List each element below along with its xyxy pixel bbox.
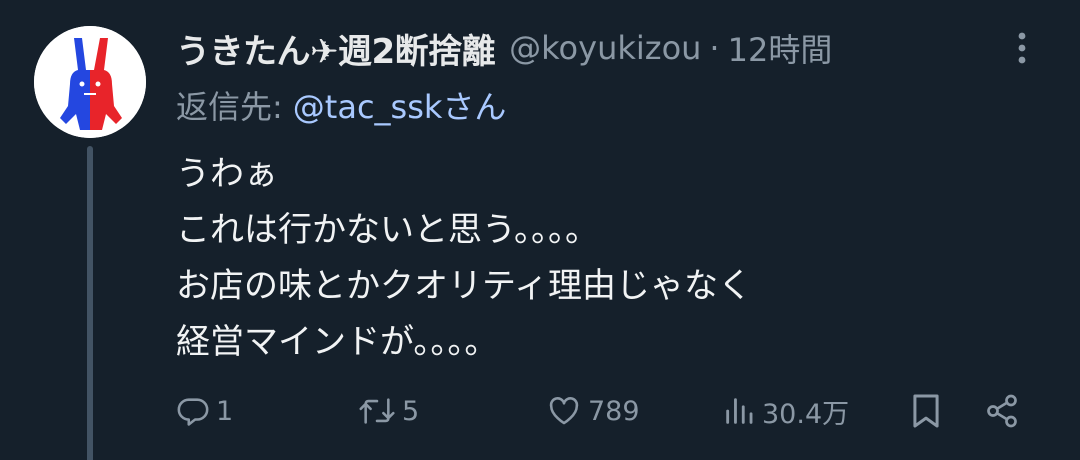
reply-icon <box>177 398 209 426</box>
reply-prefix: 返信先: <box>176 88 283 126</box>
tweet-text-line: うわぁ <box>176 154 278 194</box>
retweet-count: 5 <box>402 395 420 427</box>
retweet-button[interactable]: 5 <box>358 386 419 436</box>
like-button[interactable]: 789 <box>546 386 640 436</box>
tweet-text-line: お店の味とかクオリティ理由じゃなく <box>176 266 752 306</box>
like-count: 789 <box>588 395 640 427</box>
avatar[interactable] <box>34 26 146 138</box>
tweet-text-line: 経営マインドが。。。。 <box>176 322 499 362</box>
tweet-header: うきたん✈週2断捨離 @koyukizou · 12時間 <box>176 22 832 74</box>
reply-context: 返信先: @tac_sskさん <box>176 80 506 130</box>
reply-to-handle[interactable]: @tac_sskさん <box>293 82 507 128</box>
views-button[interactable]: 30.4万 <box>722 386 849 436</box>
reply-count: 1 <box>216 395 234 427</box>
more-button[interactable] <box>1000 28 1044 68</box>
more-vertical-icon <box>1018 32 1026 64</box>
tweet-text: うわぁ これは行かないと思う。。。。 お店の味とかクオリティ理由じゃなく 経営マ… <box>176 146 1056 370</box>
retweet-icon <box>359 398 395 424</box>
rabbit-avatar-icon <box>34 26 146 138</box>
action-bar: 1 5 789 30.4万 <box>176 386 1036 436</box>
views-bar-chart-icon <box>726 398 753 424</box>
share-icon <box>987 394 1017 428</box>
view-count: 30.4万 <box>762 398 850 430</box>
thread-line <box>87 146 93 460</box>
separator-dot: · <box>709 29 720 67</box>
user-handle[interactable]: @koyukizou <box>509 29 701 67</box>
timestamp[interactable]: 12時間 <box>728 25 833 71</box>
share-button[interactable] <box>984 386 1020 436</box>
heart-icon <box>549 397 579 425</box>
tweet[interactable]: うきたん✈週2断捨離 @koyukizou · 12時間 返信先: @tac_s… <box>0 0 1080 460</box>
bookmark-icon <box>913 394 939 428</box>
tweet-text-line: これは行かないと思う。。。。 <box>176 210 599 250</box>
display-name[interactable]: うきたん✈週2断捨離 <box>176 24 496 73</box>
bookmark-button[interactable] <box>910 386 942 436</box>
reply-button[interactable]: 1 <box>176 386 233 436</box>
